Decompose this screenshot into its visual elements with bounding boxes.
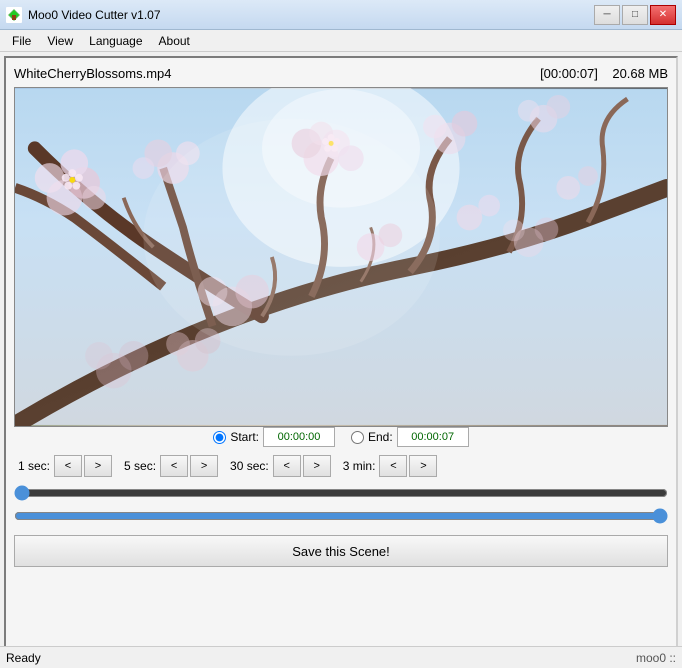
file-size: 20.68 MB (612, 66, 668, 81)
step-label-1sec: 1 sec: (18, 459, 50, 473)
step-back-3min[interactable]: < (379, 455, 407, 477)
menu-file[interactable]: File (4, 32, 39, 50)
minimize-button[interactable]: ─ (594, 5, 620, 25)
file-timestamp: [00:00:07] (540, 66, 598, 81)
step-group-5sec: 5 sec: < > (124, 455, 218, 477)
menu-about[interactable]: About (151, 32, 198, 50)
menu-language[interactable]: Language (81, 32, 150, 50)
status-bar: Ready moo0 :: (0, 646, 682, 668)
file-info: WhiteCherryBlossoms.mp4 [00:00:07] 20.68… (14, 66, 668, 81)
step-back-30sec[interactable]: < (273, 455, 301, 477)
step-group-1sec: 1 sec: < > (18, 455, 112, 477)
video-area (14, 87, 668, 427)
step-back-1sec[interactable]: < (54, 455, 82, 477)
start-radio-group: Start: 00:00:00 (213, 427, 335, 447)
step-label-5sec: 5 sec: (124, 459, 156, 473)
restore-button[interactable]: □ (622, 5, 648, 25)
step-group-3min: 3 min: < > (343, 455, 438, 477)
close-button[interactable]: ✕ (650, 5, 676, 25)
step-back-5sec[interactable]: < (160, 455, 188, 477)
title-left: Moo0 Video Cutter v1.07 (6, 7, 161, 23)
slider-row-start (14, 485, 668, 504)
end-time-input[interactable]: 00:00:07 (397, 427, 469, 447)
slider-row-end (14, 508, 668, 527)
step-label-30sec: 30 sec: (230, 459, 269, 473)
menu-view[interactable]: View (39, 32, 81, 50)
title-bar: Moo0 Video Cutter v1.07 ─ □ ✕ (0, 0, 682, 30)
status-text: Ready (6, 651, 41, 665)
start-radio[interactable] (213, 431, 226, 444)
start-slider[interactable] (14, 485, 668, 501)
main-window: WhiteCherryBlossoms.mp4 [00:00:07] 20.68… (4, 56, 678, 664)
start-end-row: Start: 00:00:00 End: 00:00:07 (14, 427, 668, 447)
step-group-30sec: 30 sec: < > (230, 455, 331, 477)
step-fwd-3min[interactable]: > (409, 455, 437, 477)
end-radio-group: End: 00:00:07 (351, 427, 469, 447)
end-radio[interactable] (351, 431, 364, 444)
moo0-link[interactable]: moo0 :: (636, 651, 676, 665)
file-name: WhiteCherryBlossoms.mp4 (14, 66, 172, 81)
save-button[interactable]: Save this Scene! (14, 535, 668, 567)
start-label: Start: (230, 430, 259, 444)
menu-bar: File View Language About (0, 30, 682, 52)
step-fwd-5sec[interactable]: > (190, 455, 218, 477)
video-canvas (15, 88, 667, 426)
end-label: End: (368, 430, 393, 444)
window-controls: ─ □ ✕ (594, 5, 676, 25)
app-icon (6, 7, 22, 23)
step-row: 1 sec: < > 5 sec: < > 30 sec: < > 3 min:… (14, 455, 668, 477)
file-meta: [00:00:07] 20.68 MB (540, 66, 668, 81)
end-slider[interactable] (14, 508, 668, 524)
step-label-3min: 3 min: (343, 459, 376, 473)
step-fwd-30sec[interactable]: > (303, 455, 331, 477)
step-fwd-1sec[interactable]: > (84, 455, 112, 477)
title-text: Moo0 Video Cutter v1.07 (28, 8, 161, 22)
start-time-input[interactable]: 00:00:00 (263, 427, 335, 447)
